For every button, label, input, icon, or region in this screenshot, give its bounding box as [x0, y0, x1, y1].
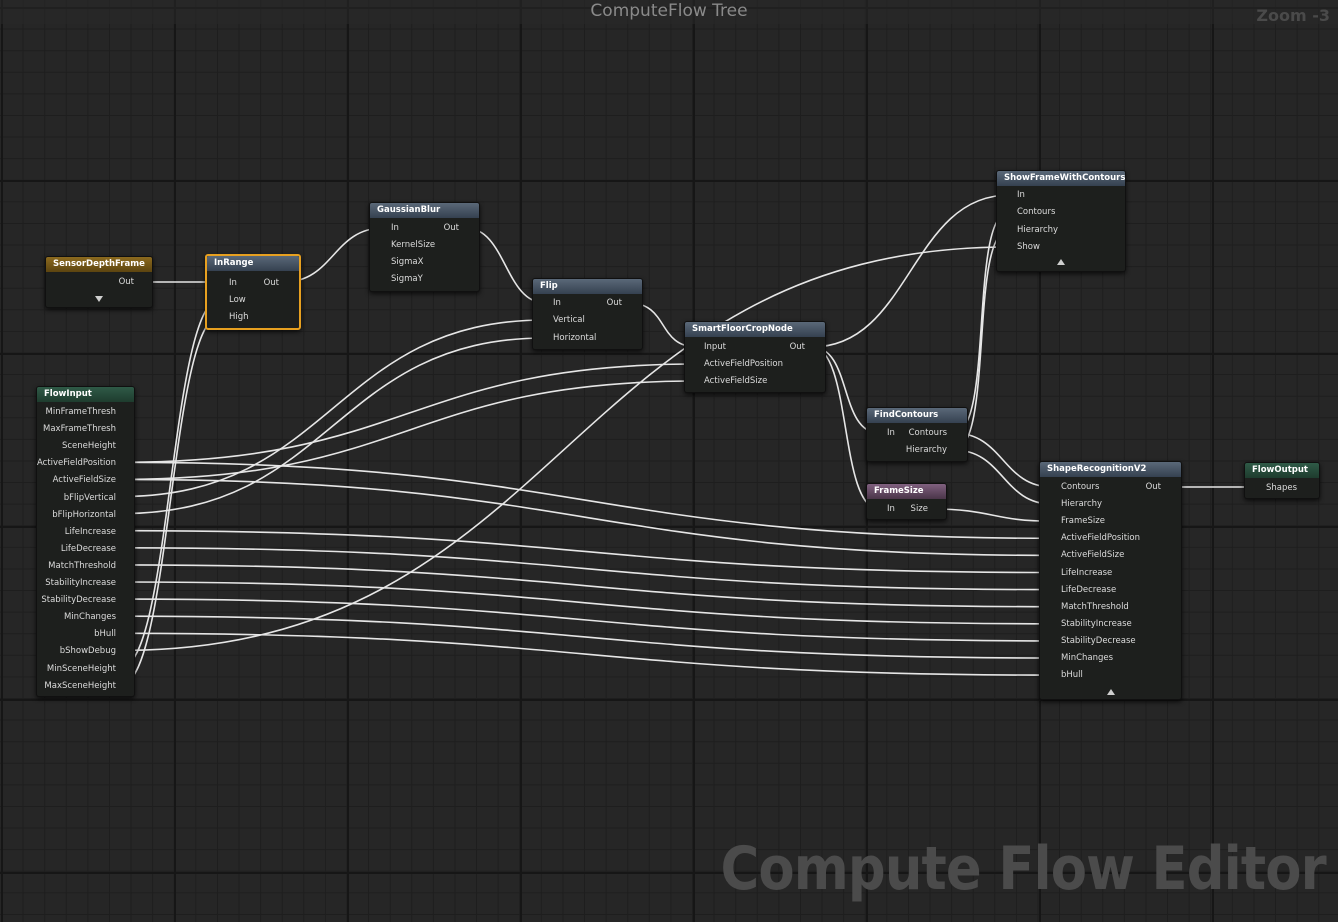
node-title: FlowOutput — [1245, 463, 1319, 478]
pin-label-activefieldsize: ActiveFieldSize — [52, 475, 116, 486]
node-title: FlowInput — [37, 387, 134, 402]
node-sensor-depth-frame[interactable]: SensorDepthFrame Out — [45, 256, 153, 308]
collapse-arrow-icon[interactable] — [1057, 259, 1065, 265]
wire-pos-crop — [120, 363, 698, 464]
pin-label-bflipvertical: bFlipVertical — [63, 492, 116, 503]
wire-crop-show — [811, 194, 1010, 348]
pin-label-horizontal: Horizontal — [553, 333, 597, 343]
node-find-contours[interactable]: FindContours In Contours Hierarchy — [866, 407, 968, 462]
pin-label-hierarchy: Hierarchy — [1061, 499, 1103, 510]
pin-label-high: High — [229, 312, 249, 322]
pin-label-kernel-size: KernelSize — [391, 240, 436, 250]
pin-label-activefieldposition: ActiveFieldPosition — [1061, 533, 1141, 544]
wire-maxscene-high — [120, 315, 221, 686]
graph-canvas[interactable]: ComputeFlow Tree Zoom -3 SensorDepthFram… — [0, 0, 1338, 922]
pin-label-bshowdebug: bShowDebug — [59, 646, 116, 657]
pin-label-stabilitydecrease: StabilityDecrease — [41, 595, 116, 606]
pin-label-in: In — [229, 278, 237, 288]
pin-label-active-field-size: ActiveFieldSize — [704, 376, 768, 386]
pin-label-lifedecrease: LifeDecrease — [60, 543, 116, 554]
pin-label-bhull: bHull — [94, 629, 116, 640]
node-show-frame-with-contours[interactable]: ShowFrameWithContours In Contours Hierar… — [996, 170, 1126, 272]
pin-label-activefieldposition: ActiveFieldPosition — [36, 458, 116, 469]
node-flip[interactable]: Flip In Vertical Horizontal Out — [532, 278, 643, 350]
wire-size-crop — [120, 380, 698, 481]
pin-label-in: In — [887, 428, 895, 438]
node-title: Flip — [533, 279, 642, 294]
node-in-range[interactable]: InRange In Low High Out — [205, 254, 301, 330]
editor-watermark: Compute Flow Editor — [720, 834, 1327, 904]
pin-label-sceneheight: SceneHeight — [61, 441, 116, 452]
pin-label-vertical: Vertical — [553, 315, 585, 325]
pin-label-minframethresh: MinFrameThresh — [45, 407, 117, 417]
node-gaussian-blur[interactable]: GaussianBlur In KernelSize SigmaX SigmaY… — [369, 202, 480, 292]
collapse-arrow-icon[interactable] — [1107, 689, 1115, 695]
pin-label-hierarchy: Hierarchy — [1017, 225, 1059, 235]
pin-label-contours: Contours — [1061, 482, 1100, 492]
pin-label-in: In — [553, 298, 561, 308]
pin-label-matchthreshold: MatchThreshold — [1061, 601, 1129, 612]
pin-label-lifedecrease: LifeDecrease — [1061, 584, 1117, 595]
pin-label-out: Out — [443, 223, 459, 233]
node-shape-recognition-v2[interactable]: ShapeRecognitionV2 Out Contours Hierarchy… — [1039, 461, 1182, 700]
node-title: SmartFloorCropNode — [685, 322, 825, 337]
wire-fliph — [120, 337, 546, 515]
pin-label-out: Out — [118, 277, 134, 287]
pin-label-minsceneheight: MinSceneHeight — [46, 663, 116, 674]
pin-label-contours: Contours — [908, 428, 947, 438]
pin-label-sigma-x: SigmaX — [391, 257, 424, 267]
pin-label-in: In — [1017, 190, 1025, 200]
pin-label-out: Out — [606, 298, 622, 308]
node-smart-floor-crop[interactable]: SmartFloorCropNode Input ActiveFieldPosi… — [684, 321, 826, 393]
pin-label-activefieldsize: ActiveFieldSize — [1061, 550, 1125, 561]
pin-label-input: Input — [704, 342, 727, 352]
pin-label-show: Show — [1017, 242, 1040, 252]
node-title: FrameSize — [867, 484, 946, 499]
pin-label-out: Out — [1145, 482, 1161, 492]
pin-label-lifeincrease: LifeIncrease — [1061, 567, 1113, 578]
pin-label-hierarchy: Hierarchy — [905, 445, 947, 455]
node-title: GaussianBlur — [370, 203, 479, 218]
pin-label-stabilitydecrease: StabilityDecrease — [1061, 635, 1136, 646]
node-title: ShapeRecognitionV2 — [1040, 462, 1181, 477]
node-title: SensorDepthFrame — [46, 257, 152, 272]
pin-label-size: Size — [910, 504, 928, 514]
pin-label-active-field-position: ActiveFieldPosition — [704, 359, 784, 369]
pin-label-out: Out — [263, 278, 279, 288]
pin-label-lifeincrease: LifeIncrease — [64, 526, 116, 537]
pin-label-out: Out — [789, 342, 805, 352]
pin-label-minchanges: MinChanges — [63, 612, 116, 623]
pin-label-stabilityincrease: StabilityIncrease — [45, 578, 116, 588]
pin-label-contours: Contours — [1017, 207, 1056, 217]
node-title: FindContours — [867, 408, 967, 423]
pin-label-shapes: Shapes — [1266, 483, 1298, 493]
pin-label-matchthreshold: MatchThreshold — [48, 560, 116, 571]
pin-label-minchanges: MinChanges — [1061, 653, 1114, 663]
pin-label-bfliphorizontal: bFlipHorizontal — [52, 509, 116, 520]
expand-arrow-icon[interactable] — [95, 296, 103, 302]
pin-label-maxframethresh: MaxFrameThresh — [43, 424, 116, 435]
node-title: ShowFrameWithContours — [997, 171, 1125, 186]
pin-label-framesize: FrameSize — [1061, 516, 1105, 527]
node-flow-output[interactable]: FlowOutput Shapes — [1244, 462, 1320, 499]
wire-framesize-shape — [932, 508, 1053, 522]
pin-label-maxsceneheight: MaxSceneHeight — [44, 680, 116, 691]
wire-find-shape-hierarchy — [953, 449, 1053, 505]
node-title: InRange — [207, 256, 299, 271]
pin-label-sigma-y: SigmaY — [391, 274, 423, 284]
pin-label-in: In — [391, 223, 399, 233]
wire-find-shape-contours — [953, 432, 1053, 488]
pin-label-bhull: bHull — [1061, 670, 1083, 681]
pin-label-stabilityincrease: StabilityIncrease — [1061, 618, 1132, 629]
wire-minscene-low — [120, 298, 221, 669]
pin-label-in: In — [887, 504, 895, 514]
node-flow-input[interactable]: FlowInput MinFrameThresh MaxFrameThresh Sc… — [36, 386, 135, 697]
node-frame-size[interactable]: FrameSize In Size — [866, 483, 947, 520]
pin-label-low: Low — [229, 295, 246, 305]
